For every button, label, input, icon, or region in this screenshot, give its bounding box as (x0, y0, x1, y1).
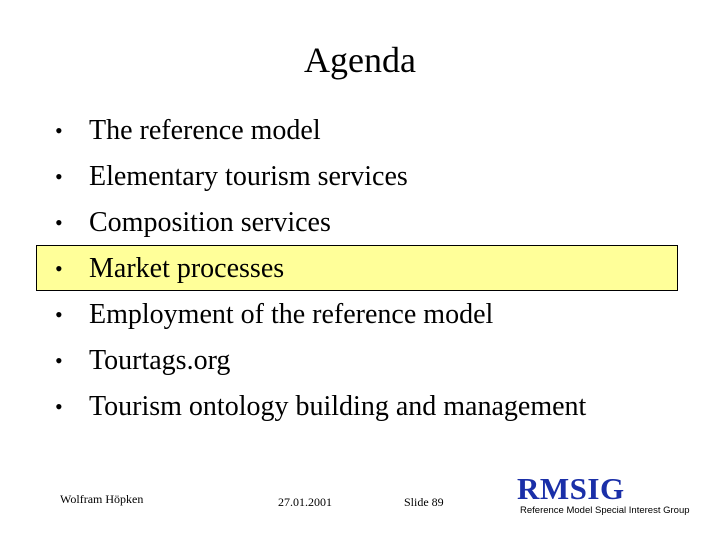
bullet-icon: • (55, 302, 63, 327)
slide: Agenda • The reference model • Elementar… (0, 0, 720, 540)
footer-author: Wolfram Höpken (60, 492, 144, 506)
agenda-item-label: The reference model (89, 115, 321, 146)
bullet-icon: • (55, 210, 63, 235)
agenda-item-label: Tourtags.org (89, 345, 231, 376)
agenda-item: • Tourism ontology building and manageme… (0, 384, 720, 430)
bullet-icon: • (55, 164, 63, 189)
agenda-item: • Elementary tourism services (0, 154, 720, 200)
logo-subtitle: Reference Model Special Interest Group (520, 505, 690, 516)
agenda-item: • The reference model (0, 108, 720, 154)
agenda-item-label: Composition services (89, 207, 331, 238)
rmsig-logo: RMSIG (517, 471, 625, 506)
bullet-icon: • (55, 256, 63, 281)
agenda-list: • The reference model • Elementary touri… (0, 108, 720, 430)
footer-slide-number: Slide 89 (404, 495, 444, 509)
bullet-icon: • (55, 118, 63, 143)
agenda-item-label: Market processes (89, 253, 285, 284)
slide-title: Agenda (304, 40, 416, 80)
agenda-item: • Employment of the reference model (0, 292, 720, 338)
agenda-item-label: Employment of the reference model (89, 299, 494, 330)
footer-date: 27.01.2001 (278, 495, 332, 509)
bullet-icon: • (55, 348, 63, 373)
agenda-item-label: Elementary tourism services (89, 161, 408, 192)
agenda-item: • Composition services (0, 200, 720, 246)
agenda-item: • Tourtags.org (0, 338, 720, 384)
agenda-item-current: • Market processes (0, 246, 720, 292)
agenda-item-label: Tourism ontology building and management (89, 391, 587, 422)
bullet-icon: • (55, 394, 63, 419)
